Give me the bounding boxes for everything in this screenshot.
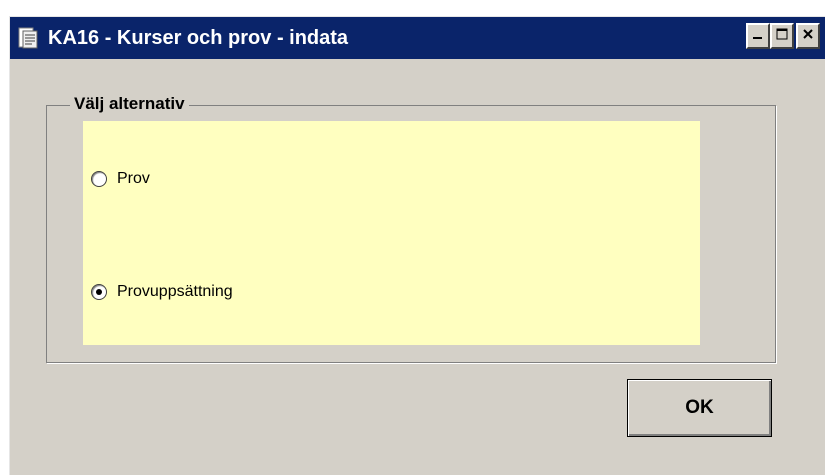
radio-option-prov[interactable]: Prov [91,168,150,190]
dialog-window: KA16 - Kurser och prov - indata Välj alt… [9,16,825,475]
close-icon [801,27,815,46]
group-legend: Välj alternativ [70,93,189,115]
window-title: KA16 - Kurser och prov - indata [48,27,349,49]
options-panel: Prov Provuppsättning [83,121,700,345]
close-button[interactable] [796,23,820,49]
title-bar[interactable]: KA16 - Kurser och prov - indata [10,17,825,59]
minimize-button[interactable] [746,23,770,49]
radio-button-prov[interactable] [91,171,107,187]
ok-button[interactable]: OK [627,379,772,437]
document-icon [16,26,40,50]
minimize-icon [751,27,765,46]
radio-label-prov: Prov [117,170,150,187]
radio-label-provuppsattning: Provuppsättning [117,283,233,300]
maximize-icon [775,27,789,46]
maximize-button[interactable] [770,23,794,49]
radio-option-provuppsattning[interactable]: Provuppsättning [91,281,233,303]
radio-button-provuppsattning[interactable] [91,284,107,300]
radio-selected-dot [96,289,102,295]
